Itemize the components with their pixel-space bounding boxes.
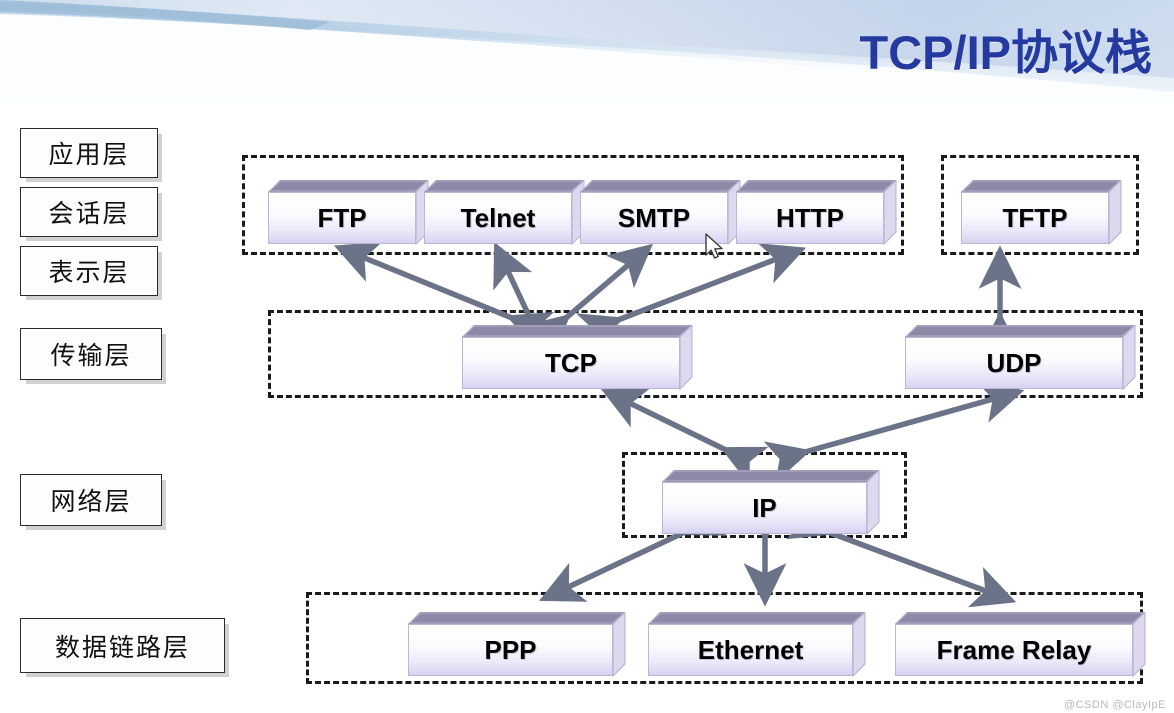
protocol-box-tftp: TFTP — [961, 180, 1122, 246]
protocol-label-smtp: SMTP — [580, 192, 728, 244]
protocol-box-tcp: TCP — [462, 325, 693, 391]
protocol-box-udp: UDP — [905, 325, 1136, 391]
protocol-label-http: HTTP — [736, 192, 884, 244]
protocol-box-ip: IP — [662, 470, 880, 536]
connector-udp-ip — [763, 381, 1025, 483]
layer-label-session: 会话层 — [20, 187, 158, 237]
protocol-label-framerelay: Frame Relay — [895, 624, 1133, 676]
protocol-box-telnet: Telnet — [424, 180, 585, 246]
connector-tcp-ip — [601, 388, 769, 486]
layer-label-datalink: 数据链路层 — [20, 618, 225, 673]
connector-smtp-tcp — [524, 243, 654, 359]
connector-ftp-tcp — [333, 242, 555, 352]
protocol-box-http: HTTP — [736, 180, 897, 246]
box-side-face — [866, 470, 880, 536]
protocol-label-tftp: TFTP — [961, 192, 1109, 244]
box-side-face — [1108, 180, 1122, 246]
box-side-face — [1122, 325, 1136, 391]
protocol-box-ethernet: Ethernet — [648, 612, 866, 678]
layer-label-application: 应用层 — [20, 128, 158, 178]
watermark: @CSDN @ClayIpE — [1063, 699, 1166, 711]
protocol-box-ftp: FTP — [268, 180, 429, 246]
protocol-label-udp: UDP — [905, 337, 1123, 389]
box-side-face — [883, 180, 897, 246]
protocol-label-ethernet: Ethernet — [648, 624, 853, 676]
connector-ip-ppp — [539, 496, 728, 602]
protocol-box-smtp: SMTP — [580, 180, 741, 246]
box-side-face — [1132, 612, 1146, 678]
protocol-label-tcp: TCP — [462, 337, 680, 389]
box-side-face — [679, 325, 693, 391]
protocol-label-telnet: Telnet — [424, 192, 572, 244]
slide-canvas: TCP/IP协议栈 应用层 会话层 表示层 传输层 网络层 数据链路层 FTP … — [0, 0, 1174, 713]
box-side-face — [612, 612, 626, 678]
protocol-box-ppp: PPP — [408, 612, 626, 678]
page-title: TCP/IP协议栈 — [859, 26, 1152, 79]
layer-label-presentation: 表示层 — [20, 246, 158, 296]
connector-ip-framerelay — [785, 499, 1017, 608]
protocol-label-ip: IP — [662, 482, 867, 534]
layer-label-network: 网络层 — [20, 474, 162, 526]
protocol-box-framerelay: Frame Relay — [895, 612, 1146, 678]
layer-label-transport: 传输层 — [20, 328, 162, 380]
box-side-face — [852, 612, 866, 678]
protocol-label-ppp: PPP — [408, 624, 613, 676]
connector-telnet-tcp — [493, 242, 566, 361]
protocol-label-ftp: FTP — [268, 192, 416, 244]
